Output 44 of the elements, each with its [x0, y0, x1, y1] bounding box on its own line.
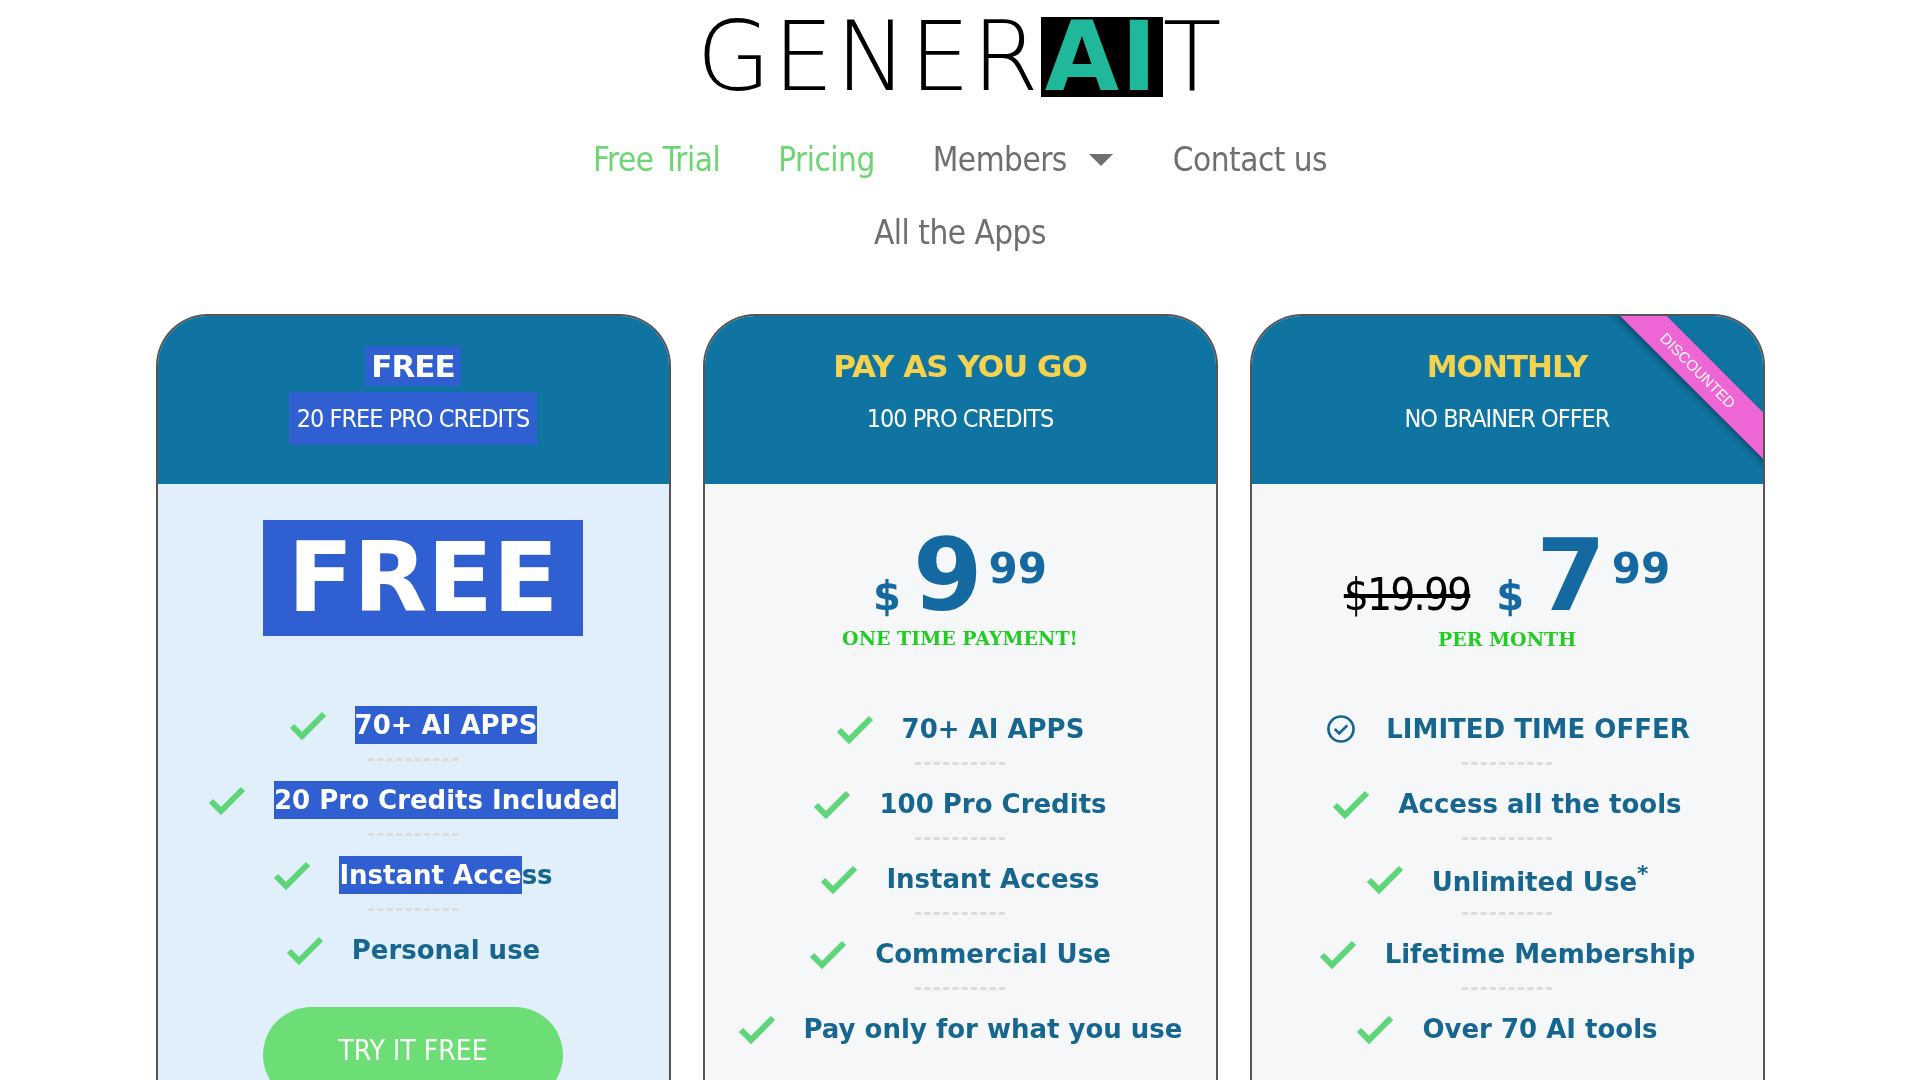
price-amount: 9: [912, 534, 983, 618]
feature-text: Instant Access: [886, 864, 1100, 894]
currency-sign: $: [873, 573, 901, 619]
nav-link[interactable]: Contact us: [1172, 140, 1328, 179]
nav-link[interactable]: Members: [932, 140, 1115, 179]
price-note: PER MONTH: [1437, 628, 1577, 650]
feature-text: Over 70 AI tools: [1422, 1014, 1658, 1044]
feature-text: Commercial Use: [875, 939, 1111, 969]
feature-text: LIMITED TIME OFFER: [1386, 714, 1690, 744]
plan-subtitle: 20 FREE PRO CREDITS: [288, 392, 538, 445]
feature-text: Access all the tools: [1398, 789, 1682, 819]
price-cents: 99: [988, 544, 1047, 593]
plan-title: FREE: [365, 346, 461, 386]
price-amount: 7: [1536, 534, 1606, 618]
check-icon: [737, 1013, 776, 1045]
check-icon: [1356, 1013, 1395, 1045]
old-price: $19.99: [1343, 569, 1471, 620]
nav-link[interactable]: All the Apps: [874, 213, 1046, 252]
check-icon: [273, 859, 312, 891]
price-cents: 99: [1611, 544, 1671, 593]
price-note: ONE TIME PAYMENT!: [842, 627, 1078, 649]
check-icon: [285, 934, 324, 966]
check-icon: [835, 713, 874, 745]
check-icon: [1365, 863, 1404, 895]
check-icon: [288, 709, 327, 741]
check-icon: [208, 784, 247, 816]
feature-text: Unlimited Use$^{*}$: [1431, 861, 1649, 897]
plan-title: PAY AS YOU GO: [832, 347, 1088, 386]
check-icon: [1332, 788, 1371, 820]
check-icon: [1318, 938, 1357, 970]
currency-sign: $: [1496, 573, 1525, 619]
plan-subtitle: NO BRAINER OFFER: [1403, 403, 1611, 435]
feature-text: Pay only for what you use: [803, 1014, 1183, 1044]
logo: GENERAIT: [696, 14, 1224, 100]
feature-text: 100 Pro Credits: [879, 789, 1107, 819]
feature-text: Lifetime Membership: [1384, 939, 1696, 969]
price-text: FREE: [263, 520, 583, 636]
check-icon: [813, 788, 852, 820]
feature-text: Personal use: [351, 935, 541, 965]
check-icon: [809, 938, 848, 970]
feature-text: 70+ AI APPS: [901, 714, 1085, 744]
plan-subtitle: 100 PRO CREDITS: [865, 403, 1055, 435]
check-icon: [820, 863, 859, 895]
plan-title: MONTHLY: [1425, 347, 1590, 386]
